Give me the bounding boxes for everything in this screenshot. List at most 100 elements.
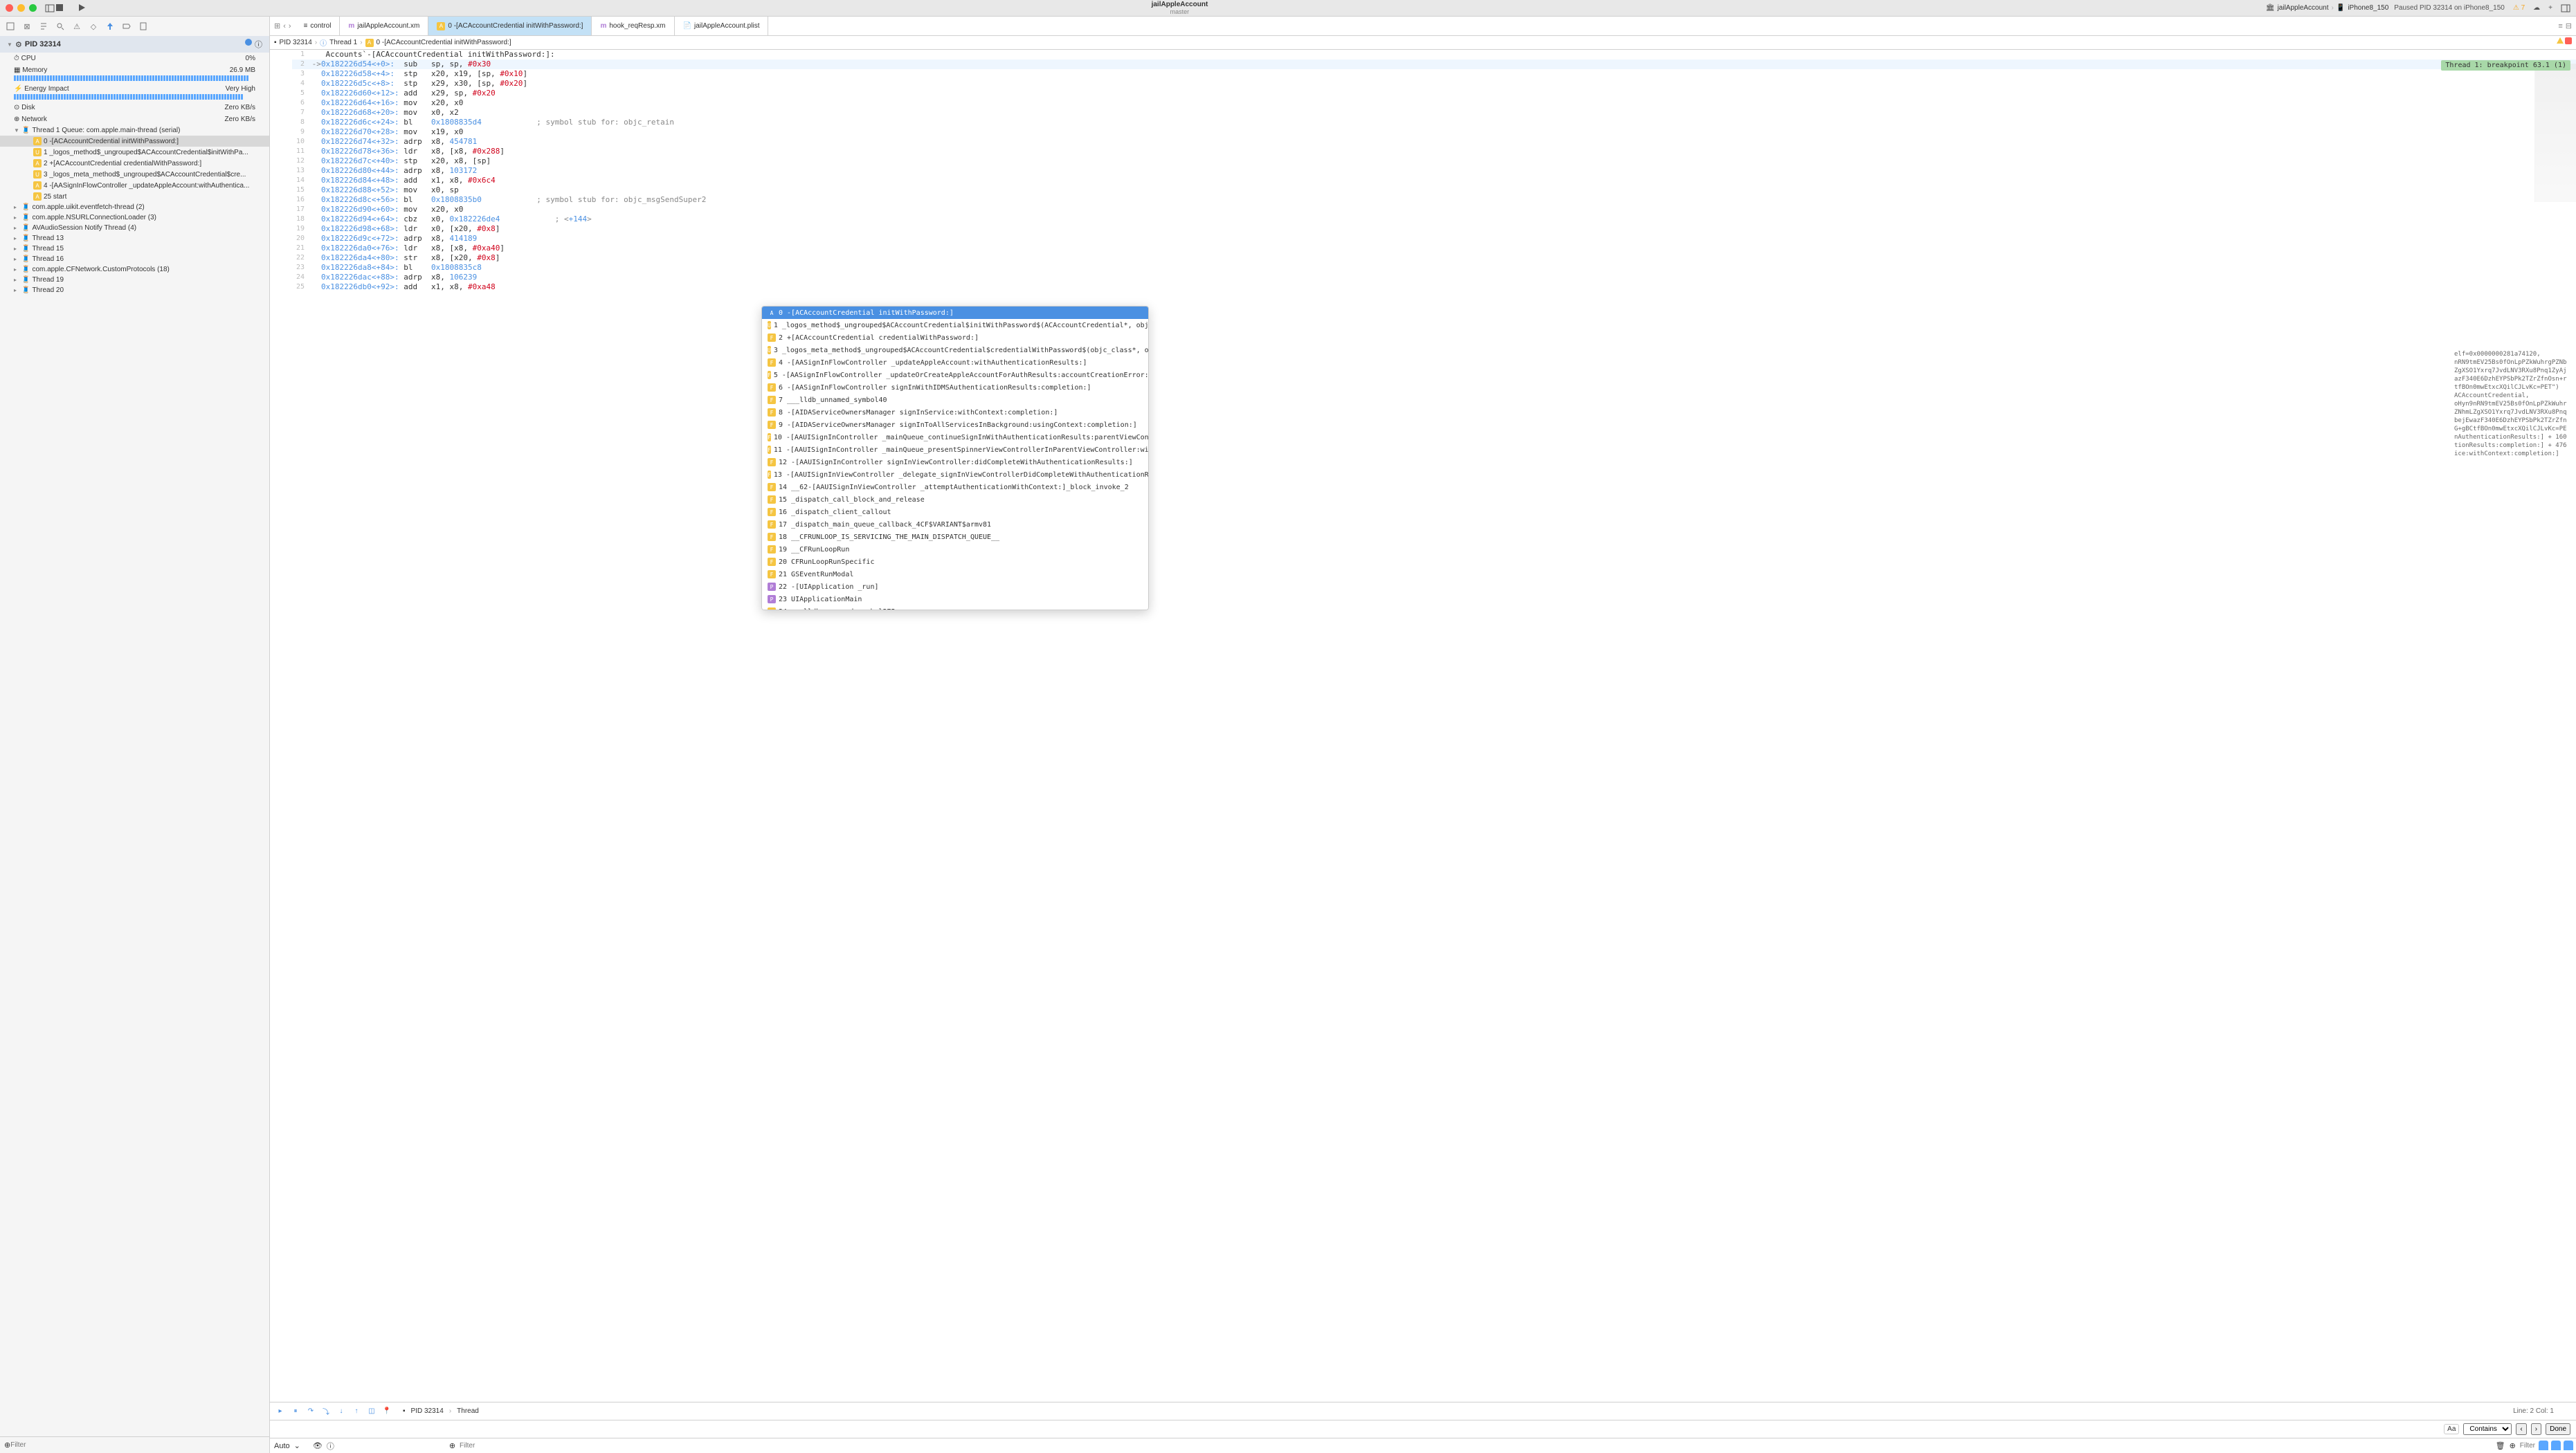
stack-popup-item[interactable]: F 24 ___lldb_unnamed_symbol275	[762, 605, 1148, 610]
disasm-line[interactable]: 10 0x182226d74 <+32>: adrp x8, 454781	[292, 137, 2576, 147]
stack-popup-item[interactable]: F 6 -[AASignInFlowController signInWithI…	[762, 381, 1148, 394]
filter-input[interactable]	[10, 1441, 265, 1449]
stack-popup-item[interactable]: P 22 -[UIApplication _run]	[762, 581, 1148, 593]
editor-options-icon[interactable]: ≡	[2558, 22, 2562, 30]
thread-row[interactable]: ▼🧵 Thread 1 Queue: com.apple.main-thread…	[0, 125, 269, 136]
find-mode-select[interactable]: Contains	[2463, 1423, 2512, 1435]
stack-popup-item[interactable]: F 5 -[AASignInFlowController _updateOrCr…	[762, 369, 1148, 381]
match-case-toggle[interactable]: Aa	[2444, 1424, 2459, 1434]
disassembly-editor[interactable]: 1 Accounts`-[ACAccountCredential initWit…	[270, 50, 2576, 1402]
disasm-line[interactable]: 18 0x182226d94 <+64>: cbz x0, 0x182226de…	[292, 214, 2576, 224]
deactivate-breakpoints-icon[interactable]: ⏸	[291, 1407, 300, 1416]
stop-button[interactable]	[55, 3, 66, 14]
disasm-line[interactable]: 3 0x182226d58 <+4>: stp x20, x19, [sp, #…	[292, 69, 2576, 79]
stack-popup-item[interactable]: A 0 -[ACAccountCredential initWithPasswo…	[762, 307, 1148, 319]
disasm-line[interactable]: 11 0x182226d78 <+36>: ldr x8, [x8, #0x28…	[292, 147, 2576, 156]
stack-frame[interactable]: A 25 start	[0, 191, 269, 202]
stack-popup-item[interactable]: F 10 -[AAUISignInController _mainQueue_c…	[762, 431, 1148, 444]
report-nav-icon[interactable]	[138, 21, 148, 31]
disasm-line[interactable]: 8 0x182226d6c <+24>: bl 0x1808835d4 ; sy…	[292, 118, 2576, 127]
back-icon[interactable]: ‹	[283, 22, 286, 30]
step-over-icon[interactable]: ⤵	[321, 1407, 331, 1416]
disasm-line[interactable]: 12 0x182226d7c <+40>: stp x20, x8, [sp]	[292, 156, 2576, 166]
jump-bar[interactable]: ▪ PID 32314 › ⓘ Thread 1 › A 0 -[ACAccou…	[270, 36, 2576, 50]
stack-frame[interactable]: U 3 _logos_meta_method$_ungrouped$ACAcco…	[0, 169, 269, 180]
symbol-nav-icon[interactable]	[39, 21, 48, 31]
trash-icon[interactable]: 🗑	[2496, 1441, 2505, 1450]
disasm-line[interactable]: 16 0x182226d8c <+56>: bl 0x1808835b0 ; s…	[292, 195, 2576, 205]
minimize-window[interactable]	[17, 4, 25, 12]
thread-row[interactable]: ▸🧵 Thread 19	[0, 275, 269, 285]
editor-tab[interactable]: A 0 -[ACAccountCredential initWithPasswo…	[428, 17, 592, 35]
thread-row[interactable]: ▸🧵 com.apple.NSURLConnectionLoader (3)	[0, 212, 269, 223]
find-nav-icon[interactable]	[55, 21, 65, 31]
stack-popup-item[interactable]: P 23 UIApplicationMain	[762, 593, 1148, 605]
source-control-nav-icon[interactable]: ⊠	[22, 21, 32, 31]
thread-row[interactable]: ▸🧵 Thread 15	[0, 244, 269, 254]
disasm-line[interactable]: 17 0x182226d90 <+60>: mov x20, x0	[292, 205, 2576, 214]
find-next-button[interactable]: ›	[2531, 1423, 2541, 1435]
info-icon[interactable]: ⓘ	[255, 39, 262, 50]
library-icon[interactable]	[2561, 3, 2570, 13]
dbg-pid[interactable]: PID 32314	[411, 1407, 444, 1415]
breakpoint-indicator[interactable]: Thread 1: breakpoint 63.1 (1)	[2441, 60, 2570, 71]
editor-tab[interactable]: ≡ control	[296, 17, 341, 35]
disasm-line[interactable]: 9 0x182226d70 <+28>: mov x19, x0	[292, 127, 2576, 137]
zoom-window[interactable]	[29, 4, 37, 12]
warning-triangle-icon[interactable]	[2557, 37, 2564, 44]
thread-row[interactable]: ▸🧵 Thread 13	[0, 233, 269, 244]
stack-popup-item[interactable]: F 12 -[AAUISignInController signInViewCo…	[762, 456, 1148, 468]
editor-tab[interactable]: m jailAppleAccount.xm	[340, 17, 428, 35]
disasm-line[interactable]: 5 0x182226d60 <+12>: add x29, sp, #0x20	[292, 89, 2576, 98]
step-into-icon[interactable]: ↓	[336, 1407, 346, 1416]
stack-popup-item[interactable]: F 2 +[ACAccountCredential credentialWith…	[762, 331, 1148, 344]
editor-tab[interactable]: 📄 jailAppleAccount.plist	[675, 17, 769, 35]
stack-popup-item[interactable]: F 18 __CFRUNLOOP_IS_SERVICING_THE_MAIN_D…	[762, 531, 1148, 543]
breakpoint-nav-icon[interactable]	[122, 21, 131, 31]
debug-view-icon[interactable]: ◫	[367, 1407, 377, 1416]
step-out-icon[interactable]: ↑	[352, 1407, 361, 1416]
location-icon[interactable]: 📍	[382, 1407, 392, 1416]
disasm-line[interactable]: 22 0x182226da4 <+80>: str x8, [x20, #0x8…	[292, 253, 2576, 263]
disasm-line[interactable]: 7 0x182226d68 <+20>: mov x0, x2	[292, 108, 2576, 118]
auto-label[interactable]: Auto	[274, 1442, 290, 1450]
stack-popup-item[interactable]: F 21 GSEventRunModal	[762, 568, 1148, 581]
filter-chip[interactable]	[2539, 1441, 2548, 1450]
issue-nav-icon[interactable]: ⚠	[72, 21, 82, 31]
disasm-line[interactable]: 14 0x182226d84 <+48>: add x1, x8, #0x6c4	[292, 176, 2576, 185]
stack-popup-item[interactable]: F 17 _dispatch_main_queue_callback_4CF$V…	[762, 518, 1148, 531]
stack-frame[interactable]: A 0 -[ACAccountCredential initWithPasswo…	[0, 136, 269, 147]
activity-icon[interactable]: ☁	[2533, 4, 2540, 12]
disasm-line[interactable]: 20 0x182226d9c <+72>: adrp x8, 414189	[292, 234, 2576, 244]
stack-popup-item[interactable]: F 20 CFRunLoopRunSpecific	[762, 556, 1148, 568]
disasm-line[interactable]: 24 0x182226dac <+88>: adrp x8, 106239	[292, 273, 2576, 282]
stack-frame[interactable]: U 1 _logos_method$_ungrouped$ACAccountCr…	[0, 147, 269, 158]
disasm-line[interactable]: 13 0x182226d80 <+44>: adrp x8, 103172	[292, 166, 2576, 176]
stack-popup-item[interactable]: F 7 ___lldb_unnamed_symbol40	[762, 394, 1148, 406]
dbg-thread[interactable]: Thread	[457, 1407, 479, 1415]
control-blue-dot[interactable]	[245, 39, 252, 46]
project-nav-icon[interactable]	[6, 21, 15, 31]
stack-popup-item[interactable]: F 11 -[AAUISignInController _mainQueue_p…	[762, 444, 1148, 456]
continue-icon[interactable]: ↷	[306, 1407, 316, 1416]
stack-popup-item[interactable]: F 13 -[AAUISignInViewController _delegat…	[762, 468, 1148, 481]
disasm-line[interactable]: 23 0x182226da8 <+84>: bl 0x1808835c8	[292, 263, 2576, 273]
editor-tab[interactable]: m hook_reqResp.xm	[592, 17, 674, 35]
error-icon[interactable]	[2565, 37, 2572, 44]
disasm-line[interactable]: 21 0x182226da0 <+76>: ldr x8, [x8, #0xa4…	[292, 244, 2576, 253]
scheme-selector[interactable]: 🏛 jailAppleAccount › 📱 iPhone8_150	[2260, 3, 2394, 13]
find-prev-button[interactable]: ‹	[2516, 1423, 2526, 1435]
eye-icon[interactable]: 👁	[313, 1441, 323, 1450]
grid-icon[interactable]: ⊞	[274, 21, 280, 30]
disasm-line[interactable]: 2 -> 0x182226d54 <+0>: sub sp, sp, #0x30	[292, 60, 2576, 69]
thread-row[interactable]: ▸🧵 Thread 20	[0, 285, 269, 295]
disasm-line[interactable]: 25 0x182226db0 <+92>: add x1, x8, #0xa48	[292, 282, 2576, 292]
stack-popup-item[interactable]: F 15 _dispatch_call_block_and_release	[762, 493, 1148, 506]
sidebar-toggle-icon[interactable]	[45, 3, 55, 13]
info-icon[interactable]: ⓘ	[327, 1441, 334, 1452]
run-button[interactable]	[77, 3, 88, 14]
disasm-line[interactable]: 19 0x182226d98 <+68>: ldr x0, [x20, #0x8…	[292, 224, 2576, 234]
warnings-badge[interactable]: ⚠ 7	[2513, 4, 2525, 12]
stack-popup-item[interactable]: U 3 _logos_meta_method$_ungrouped$ACAcco…	[762, 344, 1148, 356]
forward-icon[interactable]: ›	[289, 22, 291, 30]
